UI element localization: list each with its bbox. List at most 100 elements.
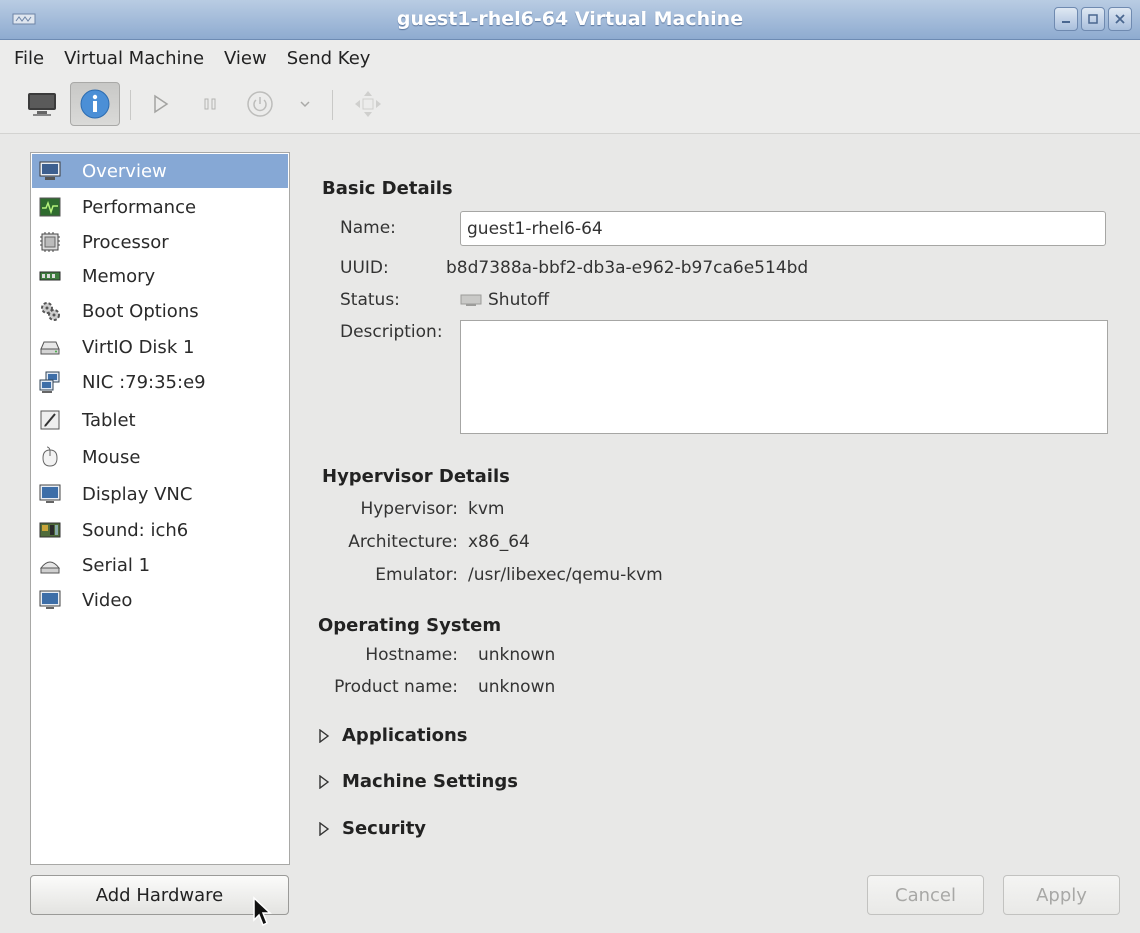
- hardware-item-display-vnc[interactable]: Display VNC: [32, 477, 288, 511]
- hardware-item-mouse[interactable]: Mouse: [32, 440, 288, 474]
- hardware-item-label: Serial 1: [82, 554, 151, 576]
- minimize-button[interactable]: [1054, 7, 1078, 31]
- expander-label: Machine Settings: [342, 771, 518, 792]
- maximize-button[interactable]: [1081, 7, 1105, 31]
- pause-button[interactable]: [190, 82, 230, 126]
- description-label: Description:: [340, 322, 443, 342]
- shutdown-button[interactable]: [240, 82, 280, 126]
- status-value: Shutoff: [460, 290, 549, 310]
- close-icon: [1115, 14, 1125, 24]
- serial-icon: [38, 553, 62, 577]
- cancel-button[interactable]: Cancel: [867, 875, 984, 915]
- details-pane: Basic Details Name: UUID: b8d7388a-bbf2-…: [300, 152, 1130, 865]
- menu-file[interactable]: File: [14, 48, 44, 69]
- emulator-label: Emulator:: [375, 565, 458, 585]
- emulator-value: /usr/libexec/qemu-kvm: [468, 565, 663, 585]
- hardware-item-label: Tablet: [82, 409, 136, 431]
- hardware-item-overview[interactable]: Overview: [32, 154, 288, 188]
- hardware-item-label: Display VNC: [82, 483, 193, 505]
- sound-card-icon: [38, 518, 62, 542]
- fullscreen-icon: [355, 91, 381, 117]
- details-button[interactable]: [70, 82, 120, 126]
- apply-button[interactable]: Apply: [1003, 875, 1120, 915]
- hardware-item-virtio-disk[interactable]: VirtIO Disk 1: [32, 330, 288, 364]
- window-titlebar[interactable]: guest1-rhel6-64 Virtual Machine: [0, 0, 1140, 40]
- operating-system-title: Operating System: [318, 615, 502, 636]
- minimize-icon: [1062, 21, 1070, 23]
- shutdown-menu-button[interactable]: [292, 82, 318, 126]
- close-button[interactable]: [1108, 7, 1132, 31]
- window-title: guest1-rhel6-64 Virtual Machine: [396, 8, 744, 30]
- menu-send-key[interactable]: Send Key: [287, 48, 371, 69]
- basic-details-title: Basic Details: [322, 178, 453, 199]
- run-icon: [154, 94, 169, 114]
- hardware-item-serial[interactable]: Serial 1: [32, 548, 288, 582]
- expander-arrow-icon: [319, 774, 330, 789]
- hardware-item-nic[interactable]: NIC :79:35:e9: [32, 365, 288, 399]
- dropdown-arrow-icon: [300, 101, 310, 108]
- display-icon: [38, 482, 62, 506]
- pause-icon: [204, 98, 216, 110]
- architecture-value: x86_64: [468, 532, 530, 552]
- hardware-item-label: Performance: [82, 196, 197, 218]
- run-button[interactable]: [140, 82, 180, 126]
- applications-expander[interactable]: Applications: [318, 725, 468, 746]
- hardware-item-video[interactable]: Video: [32, 583, 288, 617]
- disk-icon: [38, 335, 62, 359]
- hardware-item-label: Sound: ich6: [82, 519, 189, 541]
- expander-arrow-icon: [319, 728, 330, 743]
- hostname-value: unknown: [478, 645, 556, 665]
- hardware-list[interactable]: Overview Performance Processor Memory Bo…: [30, 152, 290, 865]
- hardware-item-label: Memory: [82, 265, 156, 287]
- monitor-icon: [38, 159, 62, 183]
- status-text: Shutoff: [488, 290, 550, 310]
- name-field[interactable]: [460, 211, 1106, 246]
- hardware-item-label: Processor: [82, 231, 169, 253]
- mouse-pointer-icon: [253, 896, 272, 927]
- hardware-item-tablet[interactable]: Tablet: [32, 403, 288, 437]
- expander-label: Applications: [342, 725, 468, 746]
- product-name-value: unknown: [478, 677, 556, 697]
- menu-virtual-machine[interactable]: Virtual Machine: [64, 48, 204, 69]
- description-field[interactable]: [460, 320, 1108, 434]
- maximize-icon: [1088, 14, 1098, 24]
- hostname-label: Hostname:: [365, 645, 458, 665]
- console-button[interactable]: [20, 82, 64, 126]
- hardware-item-label: NIC :79:35:e9: [82, 371, 206, 393]
- hardware-item-label: VirtIO Disk 1: [82, 336, 195, 358]
- shutoff-icon: [460, 294, 482, 306]
- menu-bar: File Virtual Machine View Send Key: [0, 40, 1140, 76]
- hardware-item-sound[interactable]: Sound: ich6: [32, 513, 288, 547]
- hardware-item-memory[interactable]: Memory: [32, 259, 288, 293]
- tablet-icon: [38, 408, 62, 432]
- hardware-item-label: Overview: [82, 160, 167, 182]
- machine-settings-expander[interactable]: Machine Settings: [318, 771, 518, 792]
- mouse-icon: [38, 445, 62, 469]
- uuid-value: b8d7388a-bbf2-db3a-e962-b97ca6e514bd: [446, 258, 809, 278]
- power-icon: [247, 91, 273, 117]
- hardware-item-performance[interactable]: Performance: [32, 190, 288, 224]
- video-icon: [38, 588, 62, 612]
- gears-icon: [38, 299, 62, 323]
- security-expander[interactable]: Security: [318, 818, 426, 839]
- fullscreen-button[interactable]: [348, 82, 388, 126]
- expander-label: Security: [342, 818, 427, 839]
- menu-view[interactable]: View: [224, 48, 267, 69]
- processor-icon: [38, 230, 62, 254]
- status-label: Status:: [340, 290, 400, 310]
- add-hardware-button[interactable]: Add Hardware: [30, 875, 289, 915]
- name-label: Name:: [340, 218, 396, 238]
- hardware-item-label: Boot Options: [82, 300, 199, 322]
- expander-arrow-icon: [319, 821, 330, 836]
- info-icon: [80, 89, 110, 119]
- hypervisor-details-title: Hypervisor Details: [322, 466, 510, 487]
- product-name-label: Product name:: [334, 677, 458, 697]
- hardware-item-processor[interactable]: Processor: [32, 225, 288, 259]
- network-icon: [38, 370, 62, 394]
- hardware-item-boot-options[interactable]: Boot Options: [32, 294, 288, 328]
- hypervisor-label: Hypervisor:: [360, 499, 458, 519]
- performance-icon: [38, 195, 62, 219]
- hardware-item-label: Video: [82, 589, 133, 611]
- hypervisor-value: kvm: [468, 499, 505, 519]
- hardware-item-label: Mouse: [82, 446, 141, 468]
